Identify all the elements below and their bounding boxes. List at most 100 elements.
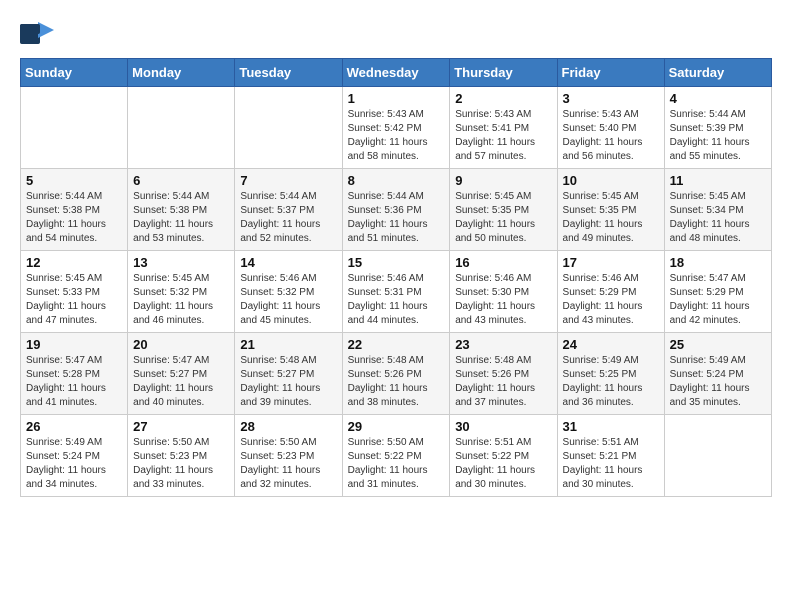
- day-number: 3: [563, 91, 659, 106]
- day-number: 13: [133, 255, 229, 270]
- calendar-cell: 21 Sunrise: 5:48 AM Sunset: 5:27 PM Dayli…: [235, 333, 342, 415]
- day-info: Sunrise: 5:46 AM Sunset: 5:32 PM Dayligh…: [240, 272, 336, 328]
- calendar-week-5: 26 Sunrise: 5:49 AM Sunset: 5:24 PM Dayli…: [21, 415, 772, 497]
- calendar-cell: 25Sunrise: 5:49 AM Sunset: 5:24 PM Dayli…: [664, 333, 771, 415]
- logo: [20, 20, 60, 48]
- calendar-cell: 29 Sunrise: 5:50 AM Sunset: 5:22 PM Dayli…: [342, 415, 450, 497]
- day-number: 27: [133, 419, 229, 434]
- day-info: Sunrise: 5:49 AM Sunset: 5:24 PM Dayligh…: [26, 436, 122, 492]
- calendar-cell: 27 Sunrise: 5:50 AM Sunset: 5:23 PM Dayli…: [128, 415, 235, 497]
- calendar-cell: 7 Sunrise: 5:44 AM Sunset: 5:37 PM Daylig…: [235, 169, 342, 251]
- calendar-cell: 16 Sunrise: 5:46 AM Sunset: 5:30 PM Dayli…: [450, 251, 557, 333]
- day-number: 22: [348, 337, 445, 352]
- calendar-cell: 13 Sunrise: 5:45 AM Sunset: 5:32 PM Dayli…: [128, 251, 235, 333]
- day-number: 21: [240, 337, 336, 352]
- day-number: 4: [670, 91, 766, 106]
- day-number: 7: [240, 173, 336, 188]
- calendar-cell: 8Sunrise: 5:44 AM Sunset: 5:36 PM Daylig…: [342, 169, 450, 251]
- day-info: Sunrise: 5:43 AM Sunset: 5:41 PM Dayligh…: [455, 108, 551, 164]
- day-number: 20: [133, 337, 229, 352]
- day-number: 6: [133, 173, 229, 188]
- calendar-cell: 23Sunrise: 5:48 AM Sunset: 5:26 PM Dayli…: [450, 333, 557, 415]
- day-header-wednesday: Wednesday: [342, 59, 450, 87]
- calendar-cell: 11Sunrise: 5:45 AM Sunset: 5:34 PM Dayli…: [664, 169, 771, 251]
- day-info: Sunrise: 5:45 AM Sunset: 5:33 PM Dayligh…: [26, 272, 122, 328]
- day-info: Sunrise: 5:46 AM Sunset: 5:30 PM Dayligh…: [455, 272, 551, 328]
- day-info: Sunrise: 5:48 AM Sunset: 5:27 PM Dayligh…: [240, 354, 336, 410]
- day-number: 8: [348, 173, 445, 188]
- calendar-week-4: 19Sunrise: 5:47 AM Sunset: 5:28 PM Dayli…: [21, 333, 772, 415]
- day-number: 29: [348, 419, 445, 434]
- day-number: 18: [670, 255, 766, 270]
- day-info: Sunrise: 5:45 AM Sunset: 5:32 PM Dayligh…: [133, 272, 229, 328]
- day-info: Sunrise: 5:44 AM Sunset: 5:37 PM Dayligh…: [240, 190, 336, 246]
- day-number: 5: [26, 173, 122, 188]
- day-info: Sunrise: 5:51 AM Sunset: 5:22 PM Dayligh…: [455, 436, 551, 492]
- calendar-cell: 24 Sunrise: 5:49 AM Sunset: 5:25 PM Dayli…: [557, 333, 664, 415]
- day-number: 24: [563, 337, 659, 352]
- calendar-cell: 9 Sunrise: 5:45 AM Sunset: 5:35 PM Daylig…: [450, 169, 557, 251]
- day-header-thursday: Thursday: [450, 59, 557, 87]
- day-number: 30: [455, 419, 551, 434]
- day-info: Sunrise: 5:47 AM Sunset: 5:27 PM Dayligh…: [133, 354, 229, 410]
- calendar-week-2: 5 Sunrise: 5:44 AM Sunset: 5:38 PM Daylig…: [21, 169, 772, 251]
- calendar-cell: [664, 415, 771, 497]
- calendar-cell: 10 Sunrise: 5:45 AM Sunset: 5:35 PM Dayli…: [557, 169, 664, 251]
- day-number: 2: [455, 91, 551, 106]
- calendar-cell: [128, 87, 235, 169]
- day-info: Sunrise: 5:49 AM Sunset: 5:24 PM Dayligh…: [670, 354, 766, 410]
- day-number: 26: [26, 419, 122, 434]
- calendar-cell: 12 Sunrise: 5:45 AM Sunset: 5:33 PM Dayli…: [21, 251, 128, 333]
- day-info: Sunrise: 5:44 AM Sunset: 5:38 PM Dayligh…: [26, 190, 122, 246]
- day-info: Sunrise: 5:50 AM Sunset: 5:23 PM Dayligh…: [240, 436, 336, 492]
- calendar-cell: 6Sunrise: 5:44 AM Sunset: 5:38 PM Daylig…: [128, 169, 235, 251]
- calendar-week-3: 12 Sunrise: 5:45 AM Sunset: 5:33 PM Dayli…: [21, 251, 772, 333]
- day-number: 14: [240, 255, 336, 270]
- day-info: Sunrise: 5:43 AM Sunset: 5:40 PM Dayligh…: [563, 108, 659, 164]
- calendar-cell: 15 Sunrise: 5:46 AM Sunset: 5:31 PM Dayli…: [342, 251, 450, 333]
- day-info: Sunrise: 5:49 AM Sunset: 5:25 PM Dayligh…: [563, 354, 659, 410]
- header: [20, 20, 772, 48]
- day-number: 28: [240, 419, 336, 434]
- calendar-cell: 30 Sunrise: 5:51 AM Sunset: 5:22 PM Dayli…: [450, 415, 557, 497]
- calendar-cell: 19Sunrise: 5:47 AM Sunset: 5:28 PM Dayli…: [21, 333, 128, 415]
- day-info: Sunrise: 5:45 AM Sunset: 5:35 PM Dayligh…: [563, 190, 659, 246]
- day-number: 12: [26, 255, 122, 270]
- day-number: 11: [670, 173, 766, 188]
- calendar-cell: 17 Sunrise: 5:46 AM Sunset: 5:29 PM Dayli…: [557, 251, 664, 333]
- day-number: 31: [563, 419, 659, 434]
- day-info: Sunrise: 5:44 AM Sunset: 5:39 PM Dayligh…: [670, 108, 766, 164]
- calendar-header-row: SundayMondayTuesdayWednesdayThursdayFrid…: [21, 59, 772, 87]
- day-number: 9: [455, 173, 551, 188]
- calendar-cell: [235, 87, 342, 169]
- calendar-cell: 22Sunrise: 5:48 AM Sunset: 5:26 PM Dayli…: [342, 333, 450, 415]
- calendar: SundayMondayTuesdayWednesdayThursdayFrid…: [20, 58, 772, 497]
- day-header-tuesday: Tuesday: [235, 59, 342, 87]
- calendar-body: 1Sunrise: 5:43 AM Sunset: 5:42 PM Daylig…: [21, 87, 772, 497]
- day-info: Sunrise: 5:46 AM Sunset: 5:29 PM Dayligh…: [563, 272, 659, 328]
- logo-icon: [20, 20, 54, 48]
- day-number: 15: [348, 255, 445, 270]
- day-number: 19: [26, 337, 122, 352]
- day-number: 17: [563, 255, 659, 270]
- day-info: Sunrise: 5:47 AM Sunset: 5:29 PM Dayligh…: [670, 272, 766, 328]
- day-header-saturday: Saturday: [664, 59, 771, 87]
- day-number: 16: [455, 255, 551, 270]
- calendar-cell: 31 Sunrise: 5:51 AM Sunset: 5:21 PM Dayli…: [557, 415, 664, 497]
- day-info: Sunrise: 5:50 AM Sunset: 5:23 PM Dayligh…: [133, 436, 229, 492]
- calendar-cell: 28 Sunrise: 5:50 AM Sunset: 5:23 PM Dayli…: [235, 415, 342, 497]
- calendar-cell: 18 Sunrise: 5:47 AM Sunset: 5:29 PM Dayli…: [664, 251, 771, 333]
- calendar-cell: 5 Sunrise: 5:44 AM Sunset: 5:38 PM Daylig…: [21, 169, 128, 251]
- day-number: 23: [455, 337, 551, 352]
- day-info: Sunrise: 5:46 AM Sunset: 5:31 PM Dayligh…: [348, 272, 445, 328]
- calendar-cell: 26 Sunrise: 5:49 AM Sunset: 5:24 PM Dayli…: [21, 415, 128, 497]
- calendar-cell: 2 Sunrise: 5:43 AM Sunset: 5:41 PM Daylig…: [450, 87, 557, 169]
- day-number: 10: [563, 173, 659, 188]
- day-header-sunday: Sunday: [21, 59, 128, 87]
- calendar-cell: 1Sunrise: 5:43 AM Sunset: 5:42 PM Daylig…: [342, 87, 450, 169]
- day-info: Sunrise: 5:51 AM Sunset: 5:21 PM Dayligh…: [563, 436, 659, 492]
- day-number: 1: [348, 91, 445, 106]
- calendar-week-1: 1Sunrise: 5:43 AM Sunset: 5:42 PM Daylig…: [21, 87, 772, 169]
- day-info: Sunrise: 5:45 AM Sunset: 5:35 PM Dayligh…: [455, 190, 551, 246]
- day-info: Sunrise: 5:50 AM Sunset: 5:22 PM Dayligh…: [348, 436, 445, 492]
